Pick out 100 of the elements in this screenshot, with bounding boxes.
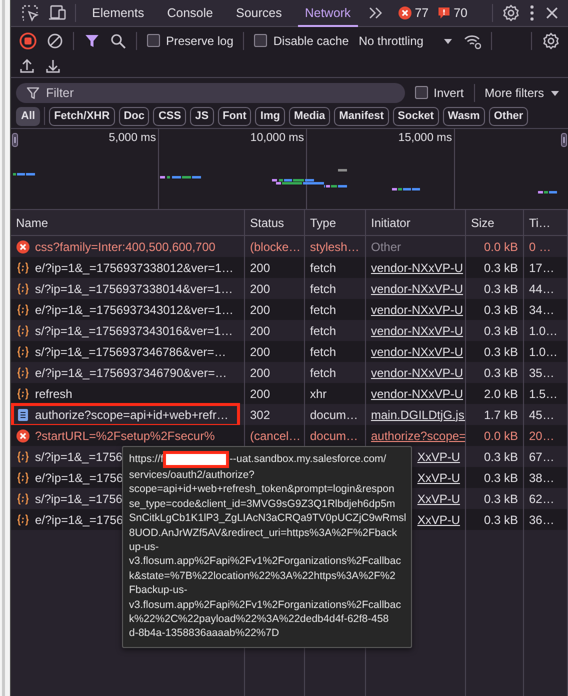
type-text: fetch bbox=[310, 302, 336, 316]
size-text: 0.3 kB bbox=[484, 470, 518, 484]
checkbox-label[interactable]: Invert bbox=[434, 86, 464, 100]
chevrons-icon[interactable] bbox=[366, 5, 383, 21]
size-text: 0.3 kB bbox=[484, 302, 518, 316]
tick-label: 10,000 ms bbox=[250, 132, 304, 144]
initiator-link[interactable]: XxVP-U bbox=[417, 450, 460, 464]
type-text: fetch bbox=[310, 260, 336, 274]
settings-icon[interactable] bbox=[542, 32, 560, 50]
clear-icon[interactable] bbox=[47, 32, 63, 48]
request-name[interactable]: s/?ip=1&_=1756937343016&ver=1… bbox=[35, 324, 233, 338]
status-text: (cancel… bbox=[250, 428, 301, 442]
tab[interactable]: Console bbox=[160, 0, 220, 26]
filter-field[interactable]: Filter bbox=[16, 82, 405, 102]
braces-icon bbox=[16, 386, 30, 400]
counter-badge[interactable]: 77 bbox=[398, 6, 429, 20]
request-name[interactable]: e/?ip=1&_=1756937346790&ver=… bbox=[35, 366, 227, 380]
inspect-icon[interactable] bbox=[21, 4, 39, 22]
request-name[interactable]: s/?ip=1&_=1756937338014&ver=1… bbox=[35, 282, 233, 296]
size-text: 0.3 kB bbox=[484, 512, 518, 526]
document-icon bbox=[16, 408, 30, 422]
close-icon[interactable] bbox=[544, 5, 560, 21]
more-options-icon[interactable] bbox=[529, 4, 535, 22]
column-header[interactable]: Ti… bbox=[524, 210, 568, 236]
column-header[interactable]: Name bbox=[11, 210, 245, 236]
status-text: 200 bbox=[250, 302, 270, 316]
counter-badge[interactable]: 70 bbox=[436, 6, 468, 20]
time-text: 1.0… bbox=[529, 324, 558, 338]
type-filter-chip[interactable]: Doc bbox=[118, 106, 150, 126]
type-filter-chip[interactable]: JS bbox=[190, 106, 214, 126]
time-text: 17… bbox=[529, 260, 554, 274]
device-toolbar-icon[interactable] bbox=[48, 4, 66, 22]
braces-icon bbox=[16, 512, 30, 526]
size-text: 0.3 kB bbox=[484, 344, 518, 358]
status-text: (blocke… bbox=[250, 240, 301, 254]
size-text: 0.3 kB bbox=[484, 260, 518, 274]
throttling-dropdown[interactable]: No throttling bbox=[358, 34, 454, 48]
initiator-text: Other bbox=[371, 240, 402, 254]
time-text: 35… bbox=[529, 366, 554, 380]
tick-label: 5,000 ms bbox=[108, 132, 156, 144]
checkbox[interactable] bbox=[414, 86, 428, 99]
type-filter-chip[interactable]: Manifest bbox=[334, 106, 389, 126]
checkbox-label[interactable]: Preserve log bbox=[166, 34, 234, 48]
column-header[interactable]: Initiator bbox=[366, 210, 466, 236]
type-text: stylesh… bbox=[310, 240, 360, 254]
time-text: 44… bbox=[529, 282, 554, 296]
initiator-link[interactable]: vendor-NXxVP-U bbox=[371, 366, 464, 380]
tab[interactable]: Elements bbox=[85, 0, 152, 26]
filter-icon[interactable] bbox=[84, 32, 100, 48]
type-filter-chip[interactable]: Wasm bbox=[442, 106, 485, 126]
braces-icon bbox=[16, 282, 30, 296]
type-filter-chip[interactable]: Img bbox=[255, 106, 285, 126]
upload-icon[interactable] bbox=[19, 58, 35, 74]
column-header[interactable]: Type bbox=[305, 210, 366, 236]
type-filter-chip[interactable]: All bbox=[16, 106, 40, 126]
request-name[interactable]: css?family=Inter:400,500,600,700 bbox=[35, 240, 216, 254]
stop-recording-icon[interactable] bbox=[19, 32, 37, 50]
checkbox[interactable] bbox=[254, 34, 268, 47]
size-text: 0.0 kB bbox=[484, 240, 518, 254]
size-text: 0.3 kB bbox=[484, 450, 518, 464]
type-text: docum… bbox=[310, 408, 358, 422]
url-text: services/oauth2/authorize? scope=api+id+web+refresh_token&prompt=login&respon se_type=code&client_id=3MVG9sG9Z3Q1Rlbdjeh6dp5m SnCitkLgCb1K1lP3_ZgLIAcN3aCRQa9TV0pUCZjC9wRmsl 8UOD.AnJrWZf5AV&redirect_uri=https%3A%2F%2Fback up-us- v3.flosum.app%2Fapi%2Fv1%2Forganizations%2Fcallbac k&state=%7B%22location%22%3A%22https%3A%2F%2 Fbackup-us- v3.flosum.app%2Fapi%2Fv1%2Forganizations%2Fcallbac k%22%2C%22payload%22%3A%22dedb4d4f-62f8-458 d-8b4a-1358836aaaab%22%7D bbox=[129, 468, 406, 641]
initiator-link[interactable]: main.DGILDtjG.js: bbox=[371, 408, 465, 422]
column-header[interactable]: Status bbox=[245, 210, 305, 236]
initiator-link[interactable]: vendor-NXxVP-U bbox=[371, 282, 464, 296]
initiator-link[interactable]: XxVP-U bbox=[417, 492, 460, 506]
checkbox-label[interactable]: Disable cache bbox=[273, 34, 349, 48]
type-filter-chip[interactable]: CSS bbox=[153, 106, 186, 126]
url-text: https://f bbox=[129, 452, 164, 467]
type-filter-chip[interactable]: Font bbox=[218, 106, 252, 126]
time-text: 0 … bbox=[529, 240, 552, 254]
size-text: 1.7 kB bbox=[484, 408, 518, 422]
status-text: 200 bbox=[250, 344, 270, 358]
initiator-link[interactable]: vendor-NXxVP-U bbox=[371, 324, 464, 338]
column-header[interactable]: Size bbox=[466, 210, 524, 236]
time-text: 34… bbox=[529, 302, 554, 316]
braces-icon bbox=[16, 324, 30, 338]
left-handle-icon[interactable] bbox=[12, 133, 18, 147]
request-name[interactable]: s/?ip=1&_=1756 bbox=[35, 450, 122, 464]
search-icon[interactable] bbox=[110, 32, 126, 48]
tab[interactable]: Sources bbox=[228, 0, 289, 26]
request-name[interactable]: s/?ip=1&_=1756 bbox=[35, 492, 122, 506]
type-text: fetch bbox=[310, 282, 336, 296]
type-text: docum… bbox=[310, 428, 358, 442]
request-name[interactable]: refresh bbox=[35, 386, 72, 400]
caret-icon bbox=[550, 88, 560, 96]
type-filter-chip[interactable]: Fetch/XHR bbox=[49, 106, 115, 126]
checkbox[interactable] bbox=[147, 34, 160, 47]
braces-icon bbox=[16, 470, 30, 484]
settings-icon[interactable] bbox=[502, 4, 520, 22]
braces-icon bbox=[16, 366, 30, 380]
size-text: 0.3 kB bbox=[484, 492, 518, 506]
download-icon[interactable] bbox=[45, 58, 61, 74]
type-filter-chip[interactable]: Other bbox=[488, 106, 528, 126]
type-filter-chip[interactable]: Media bbox=[288, 106, 330, 126]
more-filters-dropdown[interactable]: More filters bbox=[484, 86, 560, 100]
time-text: 20… bbox=[529, 428, 554, 442]
status-text: 302 bbox=[250, 408, 270, 422]
right-handle-icon[interactable] bbox=[561, 133, 567, 147]
type-filter-chip[interactable]: Socket bbox=[392, 106, 439, 126]
